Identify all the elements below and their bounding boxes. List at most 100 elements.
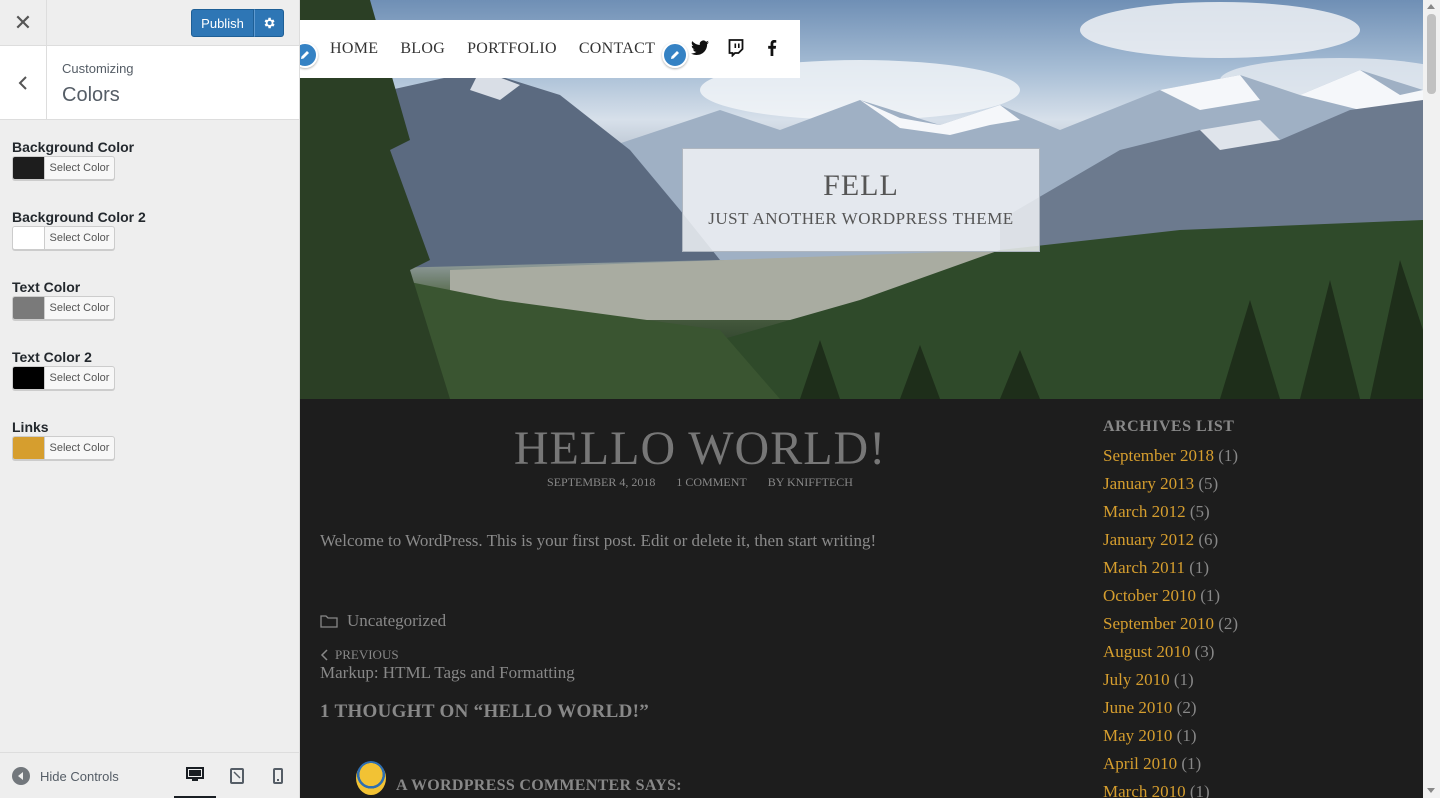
- control-label: Links: [12, 419, 49, 435]
- section-header: Customizing Colors: [0, 46, 299, 120]
- archive-link[interactable]: August 2010: [1103, 642, 1190, 661]
- nav-link-blog[interactable]: BLOG: [400, 40, 445, 58]
- archive-item: January 2013 (5): [1103, 470, 1403, 498]
- archive-count: (3): [1194, 642, 1215, 661]
- post-comments-link[interactable]: 1 COMMENT: [676, 475, 746, 489]
- select-color-button[interactable]: Select Color: [12, 156, 115, 180]
- top-navigation: HOME BLOG PORTFOLIO CONTACT: [300, 20, 800, 78]
- post-category-link[interactable]: Uncategorized: [320, 611, 446, 631]
- archive-list: September 2018 (1) January 2013 (5) March …: [1103, 442, 1403, 798]
- edit-menu-shortcut[interactable]: [300, 42, 318, 68]
- customizing-label: Customizing: [62, 61, 134, 76]
- facebook-icon: [768, 40, 777, 56]
- tablet-icon: [230, 768, 244, 784]
- select-color-label: Select Color: [49, 372, 110, 384]
- preview-scrollbar[interactable]: [1423, 0, 1440, 798]
- previous-label-text: PREVIOUS: [335, 647, 399, 662]
- preview-desktop-button[interactable]: [174, 753, 216, 798]
- chevron-left-icon: [18, 75, 27, 90]
- select-color-label: Select Color: [49, 302, 110, 314]
- publish-group: Publish: [191, 9, 284, 37]
- publish-settings-button[interactable]: [254, 9, 284, 37]
- archive-link[interactable]: September 2018: [1103, 446, 1214, 465]
- archive-link[interactable]: March 2012: [1103, 502, 1186, 521]
- site-preview: HOME BLOG PORTFOLIO CONTACT FELL JUST AN…: [300, 0, 1423, 798]
- archive-link[interactable]: March 2011: [1103, 558, 1185, 577]
- pencil-icon: [671, 51, 679, 59]
- select-color-button[interactable]: Select Color: [12, 366, 115, 390]
- archive-count: (1): [1173, 670, 1194, 689]
- pencil-icon: [301, 51, 309, 59]
- facebook-link[interactable]: [762, 38, 782, 58]
- archive-link[interactable]: September 2010: [1103, 614, 1214, 633]
- archive-link[interactable]: March 2010: [1103, 782, 1186, 798]
- close-customizer-button[interactable]: ✕: [0, 0, 47, 46]
- scroll-thumb[interactable]: [1427, 14, 1436, 94]
- archive-item: July 2010 (1): [1103, 666, 1403, 694]
- folder-icon: [320, 615, 338, 628]
- hide-controls-label: Hide Controls: [40, 768, 119, 784]
- archive-item: October 2010 (1): [1103, 582, 1403, 610]
- post-date[interactable]: SEPTEMBER 4, 2018: [547, 475, 655, 489]
- mobile-icon: [273, 768, 283, 784]
- archive-count: (1): [1218, 446, 1239, 465]
- previous-post-link[interactable]: PREVIOUS Markup: HTML Tags and Formattin…: [320, 647, 575, 683]
- archive-count: (1): [1189, 782, 1210, 798]
- select-color-button[interactable]: Select Color: [12, 436, 115, 460]
- customizer-sidebar: ✕ Publish Customizing Colors Background …: [0, 0, 300, 798]
- site-title[interactable]: FELL: [683, 169, 1039, 203]
- back-button[interactable]: [0, 46, 47, 119]
- control-label: Text Color: [12, 279, 81, 295]
- color-control-background-2: Background Color 2 Select Color: [12, 209, 146, 250]
- archive-link[interactable]: July 2010: [1103, 670, 1170, 689]
- twitch-link[interactable]: [726, 38, 746, 58]
- archive-count: (2): [1218, 614, 1239, 633]
- twitter-icon: [691, 40, 709, 56]
- control-label: Text Color 2: [12, 349, 92, 365]
- previous-label: PREVIOUS: [320, 647, 575, 663]
- archive-item: April 2010 (1): [1103, 750, 1403, 778]
- scroll-down-arrow[interactable]: [1427, 788, 1435, 793]
- archives-widget: ARCHIVES LIST September 2018 (1) January …: [1103, 418, 1403, 798]
- customizer-footer: Hide Controls: [0, 752, 299, 798]
- site-description: JUST ANOTHER WORDPRESS THEME: [708, 209, 1014, 228]
- archive-link[interactable]: June 2010: [1103, 698, 1172, 717]
- archive-link[interactable]: October 2010: [1103, 586, 1196, 605]
- color-swatch: [13, 157, 45, 179]
- color-swatch: [13, 297, 45, 319]
- control-label: Background Color 2: [12, 209, 146, 225]
- preview-mobile-button[interactable]: [257, 753, 299, 798]
- post-title: HELLO WORLD!: [513, 422, 887, 475]
- select-color-button[interactable]: Select Color: [12, 226, 115, 250]
- color-swatch: [13, 227, 45, 249]
- previous-post-title: Markup: HTML Tags and Formatting: [320, 663, 575, 682]
- select-color-label: Select Color: [49, 232, 110, 244]
- archive-count: (2): [1176, 698, 1197, 717]
- archive-link[interactable]: April 2010: [1103, 754, 1177, 773]
- desktop-icon: [186, 766, 204, 781]
- comment-author: A WORDPRESS COMMENTER SAYS:: [356, 761, 682, 795]
- select-color-button[interactable]: Select Color: [12, 296, 115, 320]
- archive-count: (1): [1176, 726, 1197, 745]
- color-swatch: [13, 367, 45, 389]
- twitch-icon: [728, 39, 744, 57]
- twitter-link[interactable]: [690, 38, 710, 58]
- archive-item: March 2011 (1): [1103, 554, 1403, 582]
- nav-link-portfolio[interactable]: PORTFOLIO: [467, 40, 557, 58]
- publish-button[interactable]: Publish: [191, 9, 254, 37]
- archive-count: (5): [1189, 502, 1210, 521]
- hide-controls-button[interactable]: Hide Controls: [12, 767, 119, 785]
- post-author[interactable]: BY KNIFFTECH: [768, 475, 853, 489]
- preview-tablet-button[interactable]: [216, 753, 258, 798]
- select-color-label: Select Color: [49, 442, 110, 454]
- comments-title: 1 THOUGHT ON “HELLO WORLD!”: [320, 701, 650, 722]
- scroll-up-arrow[interactable]: [1427, 4, 1435, 9]
- avatar: [356, 761, 386, 795]
- edit-social-shortcut[interactable]: [662, 42, 688, 68]
- archive-link[interactable]: May 2010: [1103, 726, 1172, 745]
- archive-link[interactable]: January 2012: [1103, 530, 1194, 549]
- nav-link-contact[interactable]: CONTACT: [579, 40, 655, 58]
- nav-link-home[interactable]: HOME: [330, 40, 378, 58]
- customizer-header: ✕ Publish: [0, 0, 299, 46]
- archive-link[interactable]: January 2013: [1103, 474, 1194, 493]
